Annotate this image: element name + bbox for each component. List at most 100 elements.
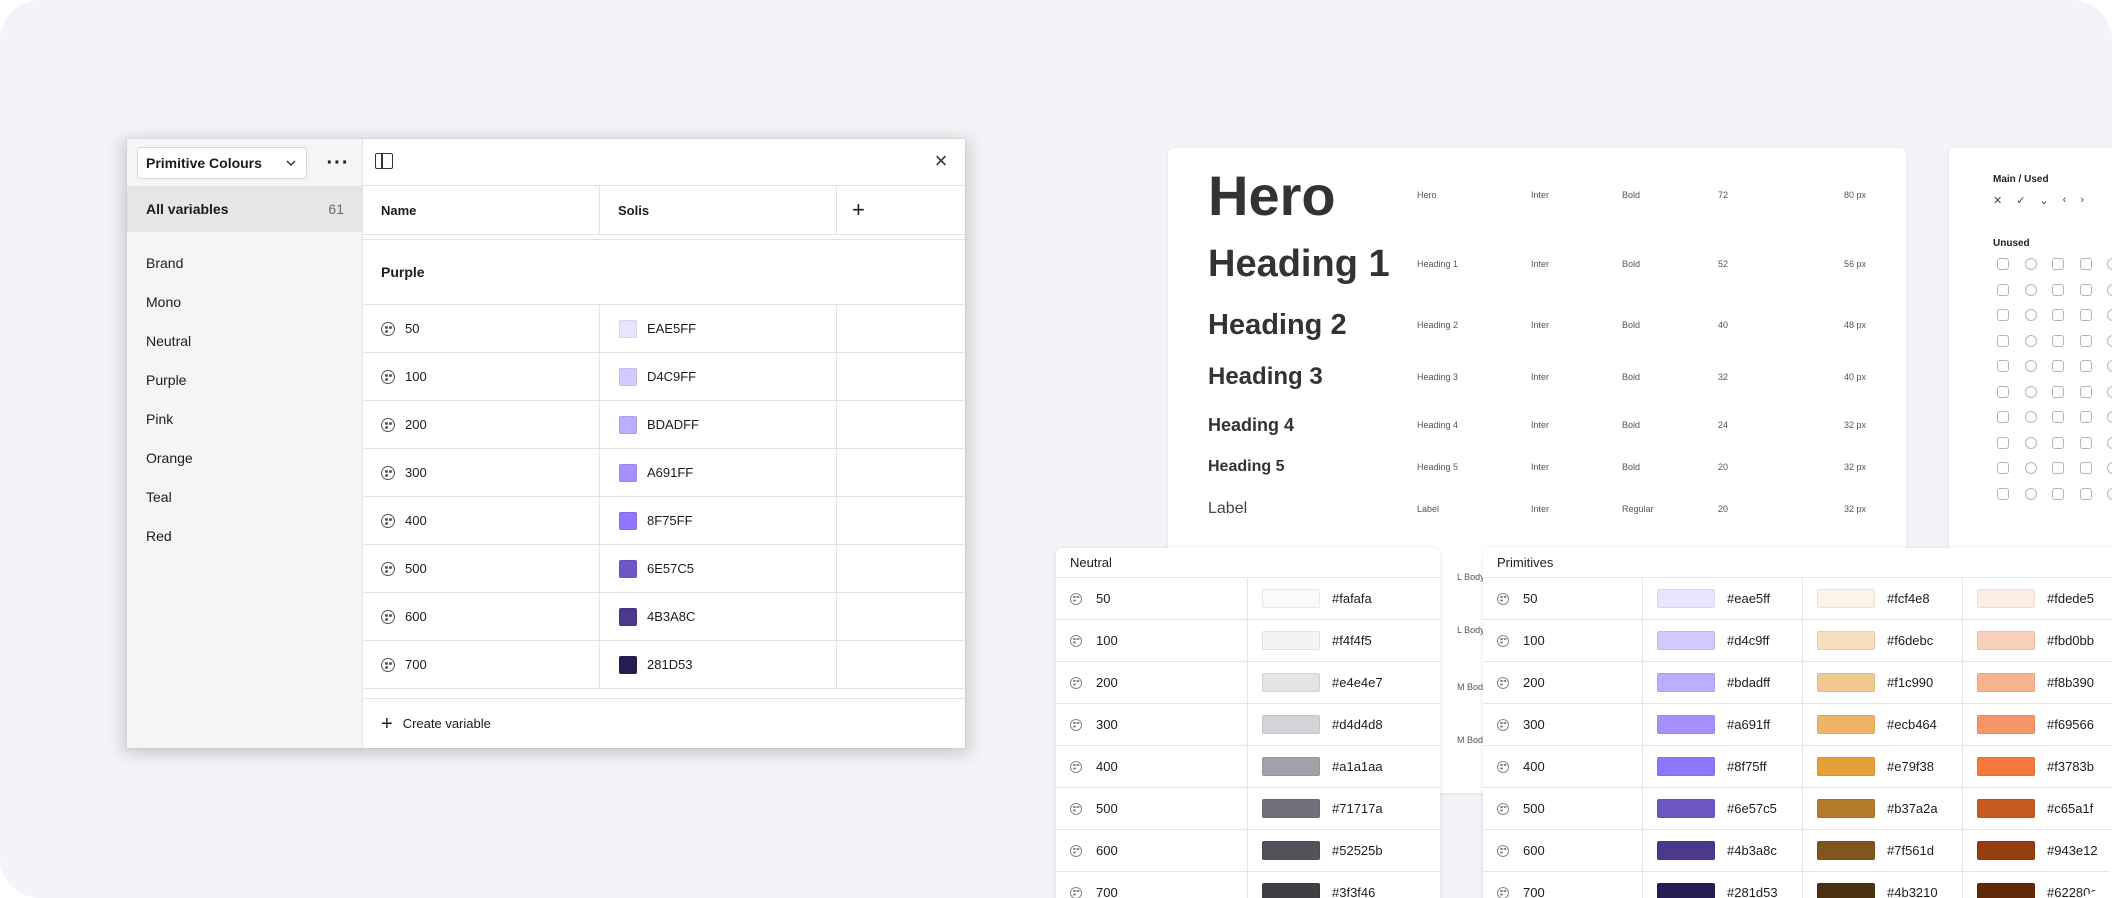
unused-icon [1997, 411, 2009, 423]
primitive-value-cell: #ecb464 [1803, 704, 1963, 745]
variable-row[interactable]: 600 4B3A8C [363, 593, 965, 641]
color-swatch [1817, 631, 1875, 650]
column-header-mode[interactable]: Solis [600, 186, 837, 234]
sidebar-item-orange[interactable]: Orange [127, 438, 362, 477]
unused-icon [2024, 334, 2037, 347]
sidebar-item-mono[interactable]: Mono [127, 282, 362, 321]
close-icon[interactable]: × [931, 150, 951, 172]
variable-row[interactable]: 50 EAE5FF [363, 305, 965, 353]
primitive-value-cell: #fcf4e8 [1803, 578, 1963, 619]
sidebar-item-red[interactable]: Red [127, 516, 362, 555]
primitive-value-cell: #eae5ff [1643, 578, 1803, 619]
sidebar-item-brand[interactable]: Brand [127, 243, 362, 282]
unused-icon [2079, 258, 2092, 270]
neutral-value-cell: #d4d4d8 [1248, 704, 1440, 745]
primitive-name-cell: 50 [1483, 578, 1643, 619]
color-swatch [1657, 841, 1715, 860]
unused-icon [2024, 436, 2037, 449]
ellipsis-icon: ··· [326, 151, 350, 174]
neutral-name-cell: 50 [1056, 578, 1248, 619]
sidebar-item-purple[interactable]: Purple [127, 360, 362, 399]
line-height: 56 px [1843, 259, 1866, 269]
variable-name-cell[interactable]: 300 [363, 449, 600, 496]
variable-value-cell[interactable]: EAE5FF [600, 305, 837, 352]
primitives-row: 700 #281d53 #4b3210 #62280a [1483, 872, 2112, 898]
color-swatch [1817, 799, 1875, 818]
unused-icon [2107, 334, 2112, 347]
variable-row[interactable]: 200 BDADFF [363, 401, 965, 449]
primitive-hex: #4b3210 [1887, 885, 1938, 898]
unused-icon [2024, 385, 2037, 398]
color-swatch [1262, 841, 1320, 860]
primitive-hex: #bdadff [1727, 675, 1771, 690]
more-options-button[interactable]: ··· [323, 151, 353, 175]
color-swatch [1657, 589, 1715, 608]
add-mode-button[interactable]: + [837, 186, 965, 234]
palette-icon [1070, 760, 1082, 773]
close-icon: ✕ [1993, 195, 2003, 207]
unused-icon [1997, 436, 2009, 449]
unused-icon [2107, 258, 2112, 270]
neutral-row: 500 #71717a [1056, 788, 1440, 830]
variable-name-cell[interactable]: 700 [363, 641, 600, 688]
font-weight: Bold [1622, 372, 1641, 382]
all-variables-label: All variables [146, 201, 229, 217]
color-swatch [1262, 589, 1320, 608]
style-name: Hero [1417, 190, 1437, 200]
neutral-row: 600 #52525b [1056, 830, 1440, 872]
sidebar-item-pink[interactable]: Pink [127, 399, 362, 438]
type-meta: Heading 2 Inter Bold 40 48 px [1417, 320, 1866, 330]
color-swatch [619, 607, 637, 626]
primitives-table: Primitives 50 #eae5ff #fcf4e8 #fdede5 100 #d4… [1483, 548, 2112, 898]
sidebar-item-neutral[interactable]: Neutral [127, 321, 362, 360]
variable-value-cell[interactable]: BDADFF [600, 401, 837, 448]
palette-icon [1497, 844, 1509, 857]
variable-name-cell[interactable]: 100 [363, 353, 600, 400]
variable-row[interactable]: 100 D4C9FF [363, 353, 965, 401]
variable-name-cell[interactable]: 400 [363, 497, 600, 544]
unused-icon [2024, 309, 2037, 321]
empty-cell [837, 497, 965, 544]
empty-cell [837, 593, 965, 640]
variable-value-cell[interactable]: A691FF [600, 449, 837, 496]
sidebar-item-teal[interactable]: Teal [127, 477, 362, 516]
variable-row[interactable]: 300 A691FF [363, 449, 965, 497]
color-swatch [1657, 715, 1715, 734]
variable-value-cell[interactable]: 4B3A8C [600, 593, 837, 640]
type-meta: Heading 4 Inter Bold 24 32 px [1417, 420, 1866, 430]
primitive-value-cell: #fdede5 [1963, 578, 2112, 619]
primitive-value-cell: #f69566 [1963, 704, 2112, 745]
neutral-name: 300 [1096, 717, 1118, 732]
variable-value: 6E57C5 [647, 561, 694, 576]
variable-row[interactable]: 700 281D53 [363, 641, 965, 689]
all-variables-item[interactable]: All variables 61 [127, 186, 362, 232]
variable-name-cell[interactable]: 50 [363, 305, 600, 352]
variable-name-cell[interactable]: 600 [363, 593, 600, 640]
color-swatch [1262, 799, 1320, 818]
variable-value-cell[interactable]: 281D53 [600, 641, 837, 688]
variable-row[interactable]: 400 8F75FF [363, 497, 965, 545]
color-swatch [1262, 715, 1320, 734]
icons-unused-title: Unused [1993, 238, 2030, 249]
variable-value-cell[interactable]: 6E57C5 [600, 545, 837, 592]
sidebar-toggle-icon[interactable] [375, 153, 393, 169]
create-variable-button[interactable]: + Create variable [363, 698, 965, 748]
primitive-value-cell: #f6debc [1803, 620, 1963, 661]
collection-dropdown[interactable]: Primitive Colours [137, 147, 307, 179]
primitive-value-cell: #f8b390 [1963, 662, 2112, 703]
palette-icon [1070, 592, 1082, 605]
primitive-hex: #7f561d [1887, 843, 1934, 858]
color-swatch [619, 511, 637, 530]
primitive-value-cell: #62280a [1963, 872, 2112, 898]
unused-icon [2024, 462, 2037, 474]
variable-row[interactable]: 500 6E57C5 [363, 545, 965, 593]
variable-name-cell[interactable]: 500 [363, 545, 600, 592]
variable-value-cell[interactable]: D4C9FF [600, 353, 837, 400]
variable-name-cell[interactable]: 200 [363, 401, 600, 448]
font-family: Inter [1531, 320, 1550, 330]
empty-cell [837, 545, 965, 592]
primitive-name-cell: 500 [1483, 788, 1643, 829]
unused-icon [2079, 411, 2092, 423]
type-style-row: Heading 1 Heading 1 Inter Bold 52 56 px [1208, 243, 1866, 285]
variable-value-cell[interactable]: 8F75FF [600, 497, 837, 544]
